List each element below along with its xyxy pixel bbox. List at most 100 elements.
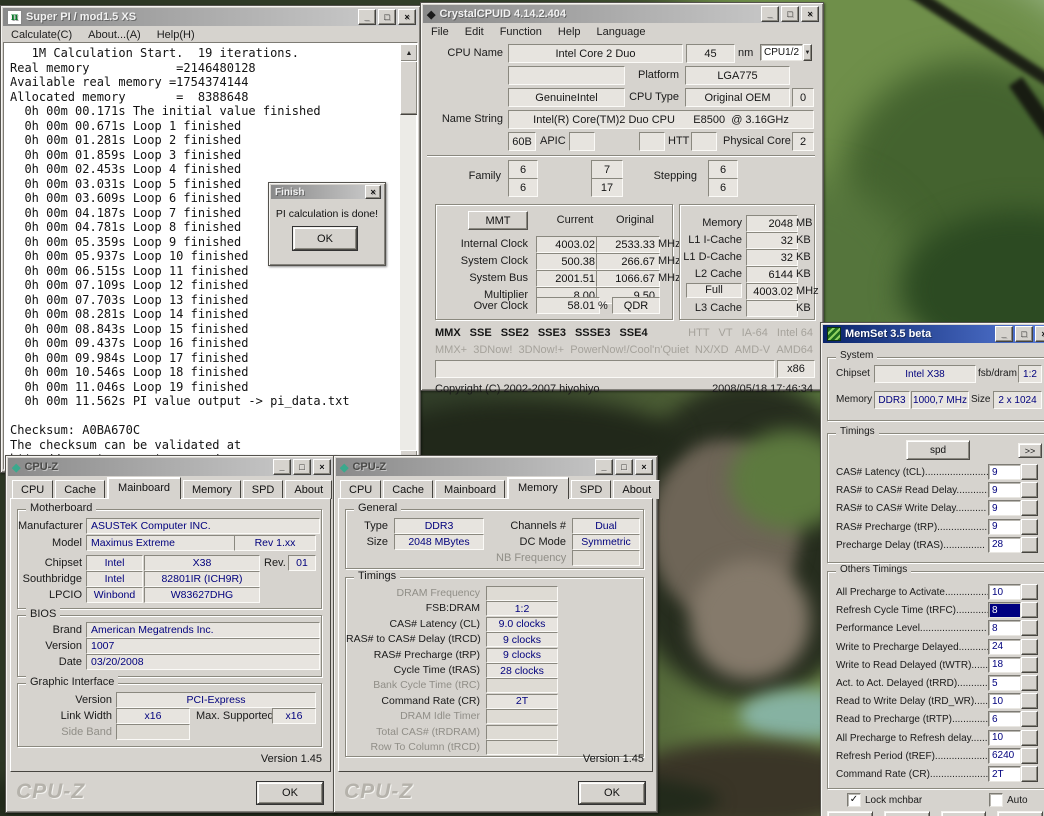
ok-button[interactable]: OK: [257, 782, 323, 804]
physical-core-label: Physical Core: [723, 135, 788, 147]
apic-label: APIC: [540, 135, 566, 147]
close-icon[interactable]: ×: [398, 9, 416, 25]
family-value-hex: 6: [508, 160, 538, 179]
memset-timing-combo[interactable]: 24: [988, 639, 1038, 655]
close-icon[interactable]: ×: [1035, 326, 1044, 342]
maximize-icon[interactable]: □: [378, 9, 396, 25]
minimize-icon[interactable]: _: [273, 459, 291, 475]
memset-button[interactable]: Save: [884, 811, 930, 816]
feature-flag: 3DNow!: [473, 344, 512, 356]
memset-timing-combo[interactable]: 9: [988, 482, 1038, 498]
feature-flag: SSSE3: [575, 327, 610, 339]
menu-item[interactable]: Help: [558, 26, 581, 38]
memset-timing-combo[interactable]: 5: [988, 675, 1038, 691]
ok-button[interactable]: OK: [293, 227, 357, 250]
memset-timing-label: Command Rate (CR)......................: [836, 769, 988, 780]
minimize-icon[interactable]: _: [595, 459, 613, 475]
memset-chipset-label: Chipset: [836, 368, 870, 379]
superpi-titlebar[interactable]: π Super PI / mod1.5 XS _ □ ×: [3, 8, 418, 26]
superpi-output-line: 0h 00m 07.109s Loop 12 finished: [10, 278, 397, 293]
spd-button[interactable]: spd: [906, 440, 970, 460]
memset-timing-combo[interactable]: 28: [988, 537, 1038, 553]
memset-titlebar[interactable]: MemSet 3.5 beta _ □ ×: [823, 325, 1044, 343]
cache-row-label: L3 Cache: [680, 302, 742, 314]
expand-button[interactable]: >>: [1018, 443, 1042, 458]
memset-timing-combo[interactable]: 9: [988, 500, 1038, 516]
memset-timing-combo[interactable]: 10: [988, 584, 1038, 600]
menu-item[interactable]: Language: [597, 26, 646, 38]
memset-timing-combo[interactable]: 10: [988, 730, 1038, 746]
menu-item[interactable]: Help(H): [157, 29, 195, 41]
scroll-up-icon[interactable]: ▲: [400, 44, 418, 62]
memset-timing-combo[interactable]: 6240: [988, 748, 1038, 764]
tab[interactable]: Mainboard: [435, 480, 505, 499]
clock-original-value: 1066.67: [596, 270, 660, 287]
memset-timing-value: 2T: [988, 766, 1021, 782]
cache-unit-label: KB: [796, 268, 811, 280]
maximize-icon[interactable]: □: [781, 6, 799, 22]
menu-item[interactable]: Calculate(C): [11, 29, 72, 41]
menu-item[interactable]: Edit: [465, 26, 484, 38]
chevron-down-icon: [1021, 730, 1038, 746]
finish-titlebar[interactable]: Finish ×: [271, 185, 383, 199]
vertical-scrollbar[interactable]: ▲ ▼: [400, 44, 416, 468]
minimize-icon[interactable]: _: [995, 326, 1013, 342]
memset-button[interactable]: About: [941, 811, 987, 816]
close-icon[interactable]: ×: [801, 6, 819, 22]
close-icon[interactable]: ×: [365, 185, 381, 199]
memset-timing-combo[interactable]: 6: [988, 711, 1038, 727]
clock-row-label: System Bus: [436, 272, 528, 284]
tab[interactable]: Memory: [183, 480, 241, 499]
memset-timing-combo[interactable]: 8: [988, 602, 1038, 618]
chipset-rev-label: Rev.: [264, 557, 286, 569]
close-icon[interactable]: ×: [635, 459, 653, 475]
menu-item[interactable]: About...(A): [88, 29, 141, 41]
crystalcpuid-titlebar[interactable]: ◆ CrystalCPUID 4.14.2.404 _ □ ×: [423, 5, 821, 23]
memset-timing-combo[interactable]: 9: [988, 519, 1038, 535]
memset-button[interactable]: Exit: [997, 811, 1043, 816]
auto-checkbox[interactable]: [989, 793, 1003, 807]
memset-button[interactable]: Apply: [827, 811, 873, 816]
superpi-output-line: 0h 00m 11.562s PI value output -> pi_dat…: [10, 394, 397, 409]
clock-current-value: 4003.02: [536, 236, 600, 253]
cpuz-titlebar[interactable]: ◆ CPU-Z _ □ ×: [8, 458, 333, 476]
minimize-icon[interactable]: _: [761, 6, 779, 22]
graphic-interface-group: Graphic Interface Version PCI-Express Li…: [17, 683, 322, 747]
size-label: Size: [346, 536, 388, 548]
superpi-icon: π: [7, 10, 22, 25]
tab[interactable]: Cache: [55, 480, 105, 499]
cpu-select-combo[interactable]: CPU1/2 ▼: [760, 44, 812, 61]
close-icon[interactable]: ×: [313, 459, 331, 475]
ok-button[interactable]: OK: [579, 782, 645, 804]
memset-timing-combo[interactable]: 9: [988, 464, 1038, 480]
memset-timing-label: Read to Write Delay (tRD_WR)......: [836, 696, 988, 707]
maximize-icon[interactable]: □: [1015, 326, 1033, 342]
memset-timing-value: 6: [988, 711, 1021, 727]
minimize-icon[interactable]: _: [358, 9, 376, 25]
tab[interactable]: CPU: [12, 480, 53, 499]
tab[interactable]: Cache: [383, 480, 433, 499]
memset-timing-label: All Precharge to Activate...............…: [836, 587, 988, 598]
memset-timing-combo[interactable]: 18: [988, 657, 1038, 673]
tab[interactable]: Memory: [507, 477, 569, 499]
memset-timing-combo[interactable]: 10: [988, 693, 1038, 709]
memset-timing-combo[interactable]: 8: [988, 620, 1038, 636]
memset-timing-combo[interactable]: 2T: [988, 766, 1038, 782]
menu-item[interactable]: File: [431, 26, 449, 38]
maximize-icon[interactable]: □: [615, 459, 633, 475]
bios-brand-value: American Megatrends Inc.: [86, 622, 320, 638]
tab[interactable]: CPU: [340, 480, 381, 499]
model-value: Maximus Extreme: [86, 535, 237, 551]
lock-mchbar-checkbox[interactable]: ✓: [847, 793, 861, 807]
tab[interactable]: Mainboard: [107, 477, 181, 499]
tab[interactable]: SPD: [243, 480, 284, 499]
tab[interactable]: About: [613, 480, 660, 499]
maximize-icon[interactable]: □: [293, 459, 311, 475]
group-caption: Timings: [836, 426, 879, 437]
menu-item[interactable]: Function: [500, 26, 542, 38]
scrollbar-thumb[interactable]: [400, 61, 418, 115]
cpuz-titlebar[interactable]: ◆ CPU-Z _ □ ×: [336, 458, 655, 476]
mmt-button[interactable]: MMT: [468, 211, 528, 230]
tab[interactable]: About: [285, 480, 332, 499]
tab[interactable]: SPD: [571, 480, 612, 499]
